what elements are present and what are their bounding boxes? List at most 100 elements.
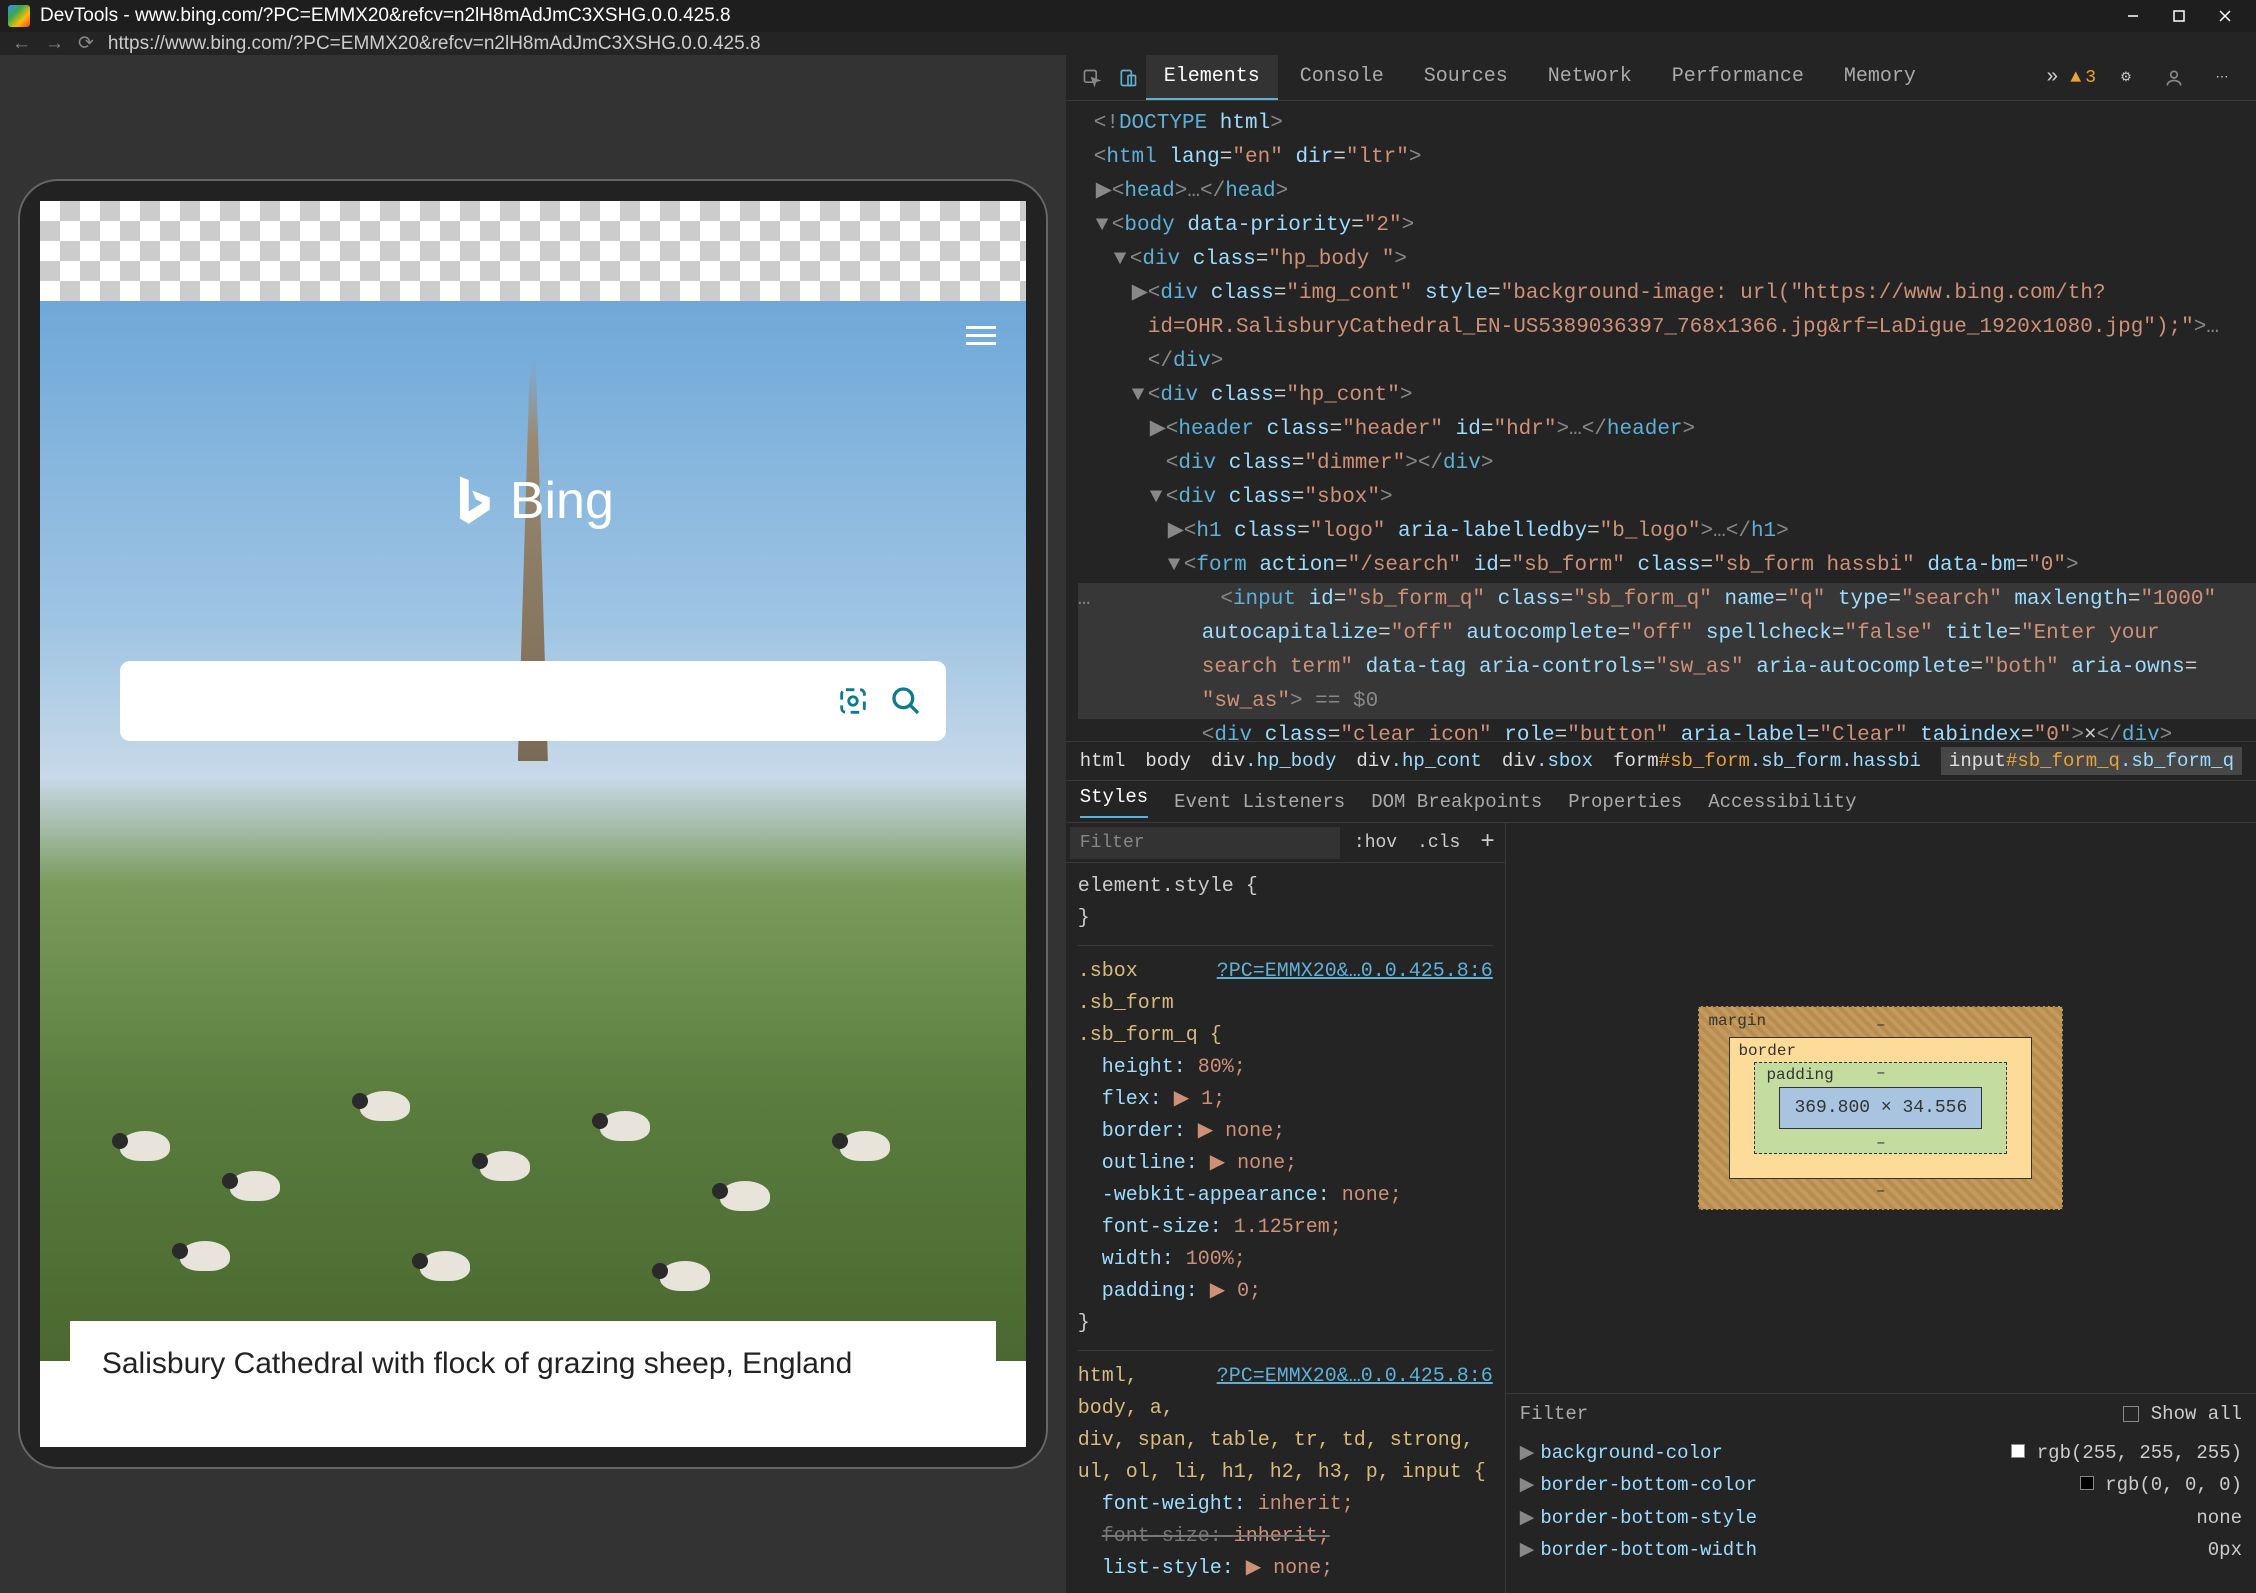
dom-line[interactable]: "sw_as"> == $0 (1078, 685, 2256, 719)
css-property[interactable]: font-size: 1.125rem; (1102, 1212, 1493, 1244)
forward-button[interactable]: → (45, 33, 64, 55)
styles-subtab-event-listeners[interactable]: Event Listeners (1174, 791, 1345, 813)
dom-line[interactable]: ▼<div class="sbox"> (1078, 481, 2256, 515)
dom-tree[interactable]: <!DOCTYPE html><html lang="en" dir="ltr"… (1066, 101, 2256, 741)
account-icon[interactable] (2156, 60, 2192, 96)
maximize-button[interactable] (2156, 0, 2202, 32)
css-property[interactable]: padding: ▶ 0; (1102, 1276, 1493, 1308)
devtools-tabs: ElementsConsoleSourcesNetworkPerformance… (1146, 55, 2035, 100)
reload-button[interactable]: ⟳ (78, 32, 94, 55)
computed-properties-list[interactable]: ▶background-color rgb(255, 255, 255)▶bor… (1506, 1433, 2256, 1593)
dom-line[interactable]: autocapitalize="off" autocomplete="off" … (1078, 617, 2256, 651)
breadcrumb-item[interactable]: div.hp_body (1211, 750, 1336, 772)
devtools-tab-elements[interactable]: Elements (1146, 55, 1278, 100)
computed-property[interactable]: ▶border-bottom-color rgb(0, 0, 0) (1520, 1469, 2242, 1501)
styles-subtab-accessibility[interactable]: Accessibility (1708, 791, 1856, 813)
css-property[interactable]: -webkit-appearance: none; (1102, 1180, 1493, 1212)
devtools-tab-memory[interactable]: Memory (1826, 55, 1934, 100)
hamburger-menu-icon[interactable] (966, 321, 996, 350)
computed-property[interactable]: ▶background-color rgb(255, 255, 255) (1520, 1437, 2242, 1469)
window-title: DevTools - www.bing.com/?PC=EMMX20&refcv… (40, 5, 731, 27)
kebab-menu-icon[interactable]: ⋯ (2204, 60, 2240, 96)
element-breadcrumb[interactable]: html body div.hp_body div.hp_cont div.sbox fo… (1066, 741, 2256, 781)
inspect-element-icon[interactable] (1074, 60, 1110, 96)
css-property[interactable]: font-weight: inherit; (1102, 1489, 1493, 1521)
dom-line[interactable]: ▼<div class="hp_body "> (1078, 243, 2256, 277)
dom-line[interactable]: ▶<h1 class="logo" aria-labelledby="b_log… (1078, 515, 2256, 549)
styles-pane: Filter :hov .cls + element.style { } .sb… (1066, 823, 1506, 1593)
warnings-badge[interactable]: ▲ 3 (2070, 68, 2096, 88)
close-button[interactable] (2202, 0, 2248, 32)
back-button[interactable]: ← (12, 33, 31, 55)
computed-filter-input[interactable]: Filter (1520, 1403, 2111, 1425)
css-property[interactable]: list-style: ▶ none; (1102, 1553, 1493, 1585)
image-caption-card: Salisbury Cathedral with flock of grazin… (70, 1321, 996, 1407)
styles-subtabs: Styles Event Listeners DOM Breakpoints Prop… (1066, 781, 2256, 823)
devtools-tab-console[interactable]: Console (1282, 55, 1402, 100)
dom-line[interactable]: <!DOCTYPE html> (1078, 107, 2256, 141)
element-style-rule[interactable]: element.style { (1078, 871, 1493, 903)
new-style-button[interactable]: + (1470, 829, 1504, 856)
dom-line[interactable]: ▶<div class="img_cont" style="background… (1078, 277, 2256, 311)
devtools-tab-performance[interactable]: Performance (1654, 55, 1822, 100)
box-content-size: 369.800 × 34.556 (1779, 1087, 1982, 1129)
breadcrumb-item[interactable]: html (1080, 750, 1126, 772)
devtools-tab-network[interactable]: Network (1530, 55, 1650, 100)
dom-line[interactable]: </div> (1078, 345, 2256, 379)
search-icon[interactable] (890, 685, 922, 717)
css-property[interactable]: outline: ▶ none; (1102, 1148, 1493, 1180)
camera-icon[interactable] (836, 684, 870, 718)
bing-logo-text: Bing (510, 471, 614, 531)
computed-property[interactable]: ▶border-bottom-width 0px (1520, 1534, 2242, 1566)
more-tabs-icon[interactable]: » (2034, 60, 2070, 96)
breadcrumb-item[interactable]: input#sb_form_q.sb_form_q (1941, 747, 2242, 775)
breadcrumb-item[interactable]: form#sb_form.sb_form.hassbi (1613, 750, 1921, 772)
transparent-header-area (40, 201, 1026, 301)
cls-toggle[interactable]: .cls (1407, 833, 1470, 853)
search-box[interactable] (120, 661, 946, 741)
window-titlebar: DevTools - www.bing.com/?PC=EMMX20&refcv… (0, 0, 2256, 32)
dom-line[interactable]: id=OHR.SalisburyCathedral_EN-US538903639… (1078, 311, 2256, 345)
devtools-panel: ElementsConsoleSourcesNetworkPerformance… (1066, 55, 2256, 1593)
css-property[interactable]: border: ▶ none; (1102, 1116, 1493, 1148)
styles-subtab-styles[interactable]: Styles (1080, 786, 1148, 818)
styles-rules-list[interactable]: element.style { } .sbox?PC=EMMX20&…0.0.4… (1066, 863, 1505, 1593)
hov-toggle[interactable]: :hov (1344, 833, 1407, 853)
dom-line[interactable]: search term" data-tag aria-controls="sw_… (1078, 651, 2256, 685)
styles-subtab-properties[interactable]: Properties (1568, 791, 1682, 813)
css-property[interactable]: font-size: inherit; (1102, 1521, 1493, 1553)
breadcrumb-item[interactable]: div.hp_cont (1356, 750, 1481, 772)
device-toggle-icon[interactable] (1110, 60, 1146, 96)
styles-filter-input[interactable]: Filter (1070, 827, 1340, 859)
breadcrumb-item[interactable]: body (1145, 750, 1191, 772)
devtools-tab-sources[interactable]: Sources (1406, 55, 1526, 100)
breadcrumb-item[interactable]: div.sbox (1502, 750, 1593, 772)
css-property[interactable]: width: 100%; (1102, 1244, 1493, 1276)
computed-property[interactable]: ▶border-bottom-style none (1520, 1502, 2242, 1534)
dom-line[interactable]: <html lang="en" dir="ltr"> (1078, 141, 2256, 175)
devtools-favicon (8, 5, 30, 27)
source-link[interactable]: ?PC=EMMX20&…0.0.425.8:6 (1217, 1361, 1493, 1393)
dom-line[interactable]: ▼<body data-priority="2"> (1078, 209, 2256, 243)
styles-subtab-dom-breakpoints[interactable]: DOM Breakpoints (1371, 791, 1542, 813)
box-model-diagram[interactable]: margin – border padding – 369.800 × 34.5… (1506, 823, 2256, 1393)
dom-line[interactable]: <div class="dimmer"></div> (1078, 447, 2256, 481)
show-all-checkbox[interactable] (2123, 1406, 2139, 1422)
dom-line[interactable]: ▶<header class="header" id="hdr">…</head… (1078, 413, 2256, 447)
minimize-button[interactable] (2110, 0, 2156, 32)
computed-filter-bar: Filter Show all (1506, 1393, 2256, 1433)
dom-line[interactable]: <div class="clear icon" role="button" ar… (1078, 719, 2256, 741)
url-text[interactable]: https://www.bing.com/?PC=EMMX20&refcv=n2… (108, 33, 761, 55)
dom-line[interactable]: …<input id="sb_form_q" class="sb_form_q"… (1078, 583, 2256, 617)
dom-line[interactable]: ▼<div class="hp_cont"> (1078, 379, 2256, 413)
settings-gear-icon[interactable]: ⚙ (2108, 60, 2144, 96)
dom-line[interactable]: ▼<form action="/search" id="sb_form" cla… (1078, 549, 2256, 583)
show-all-label: Show all (2151, 1403, 2242, 1425)
dom-line[interactable]: ▶<head>…</head> (1078, 175, 2256, 209)
css-property[interactable]: flex: ▶ 1; (1102, 1084, 1493, 1116)
image-caption-text: Salisbury Cathedral with flock of grazin… (102, 1347, 852, 1380)
styles-filter-bar: Filter :hov .cls + (1066, 823, 1505, 863)
css-property[interactable]: height: 80%; (1102, 1052, 1493, 1084)
source-link[interactable]: ?PC=EMMX20&…0.0.425.8:6 (1217, 956, 1493, 988)
bing-hero-image: Bing (40, 301, 1026, 1361)
